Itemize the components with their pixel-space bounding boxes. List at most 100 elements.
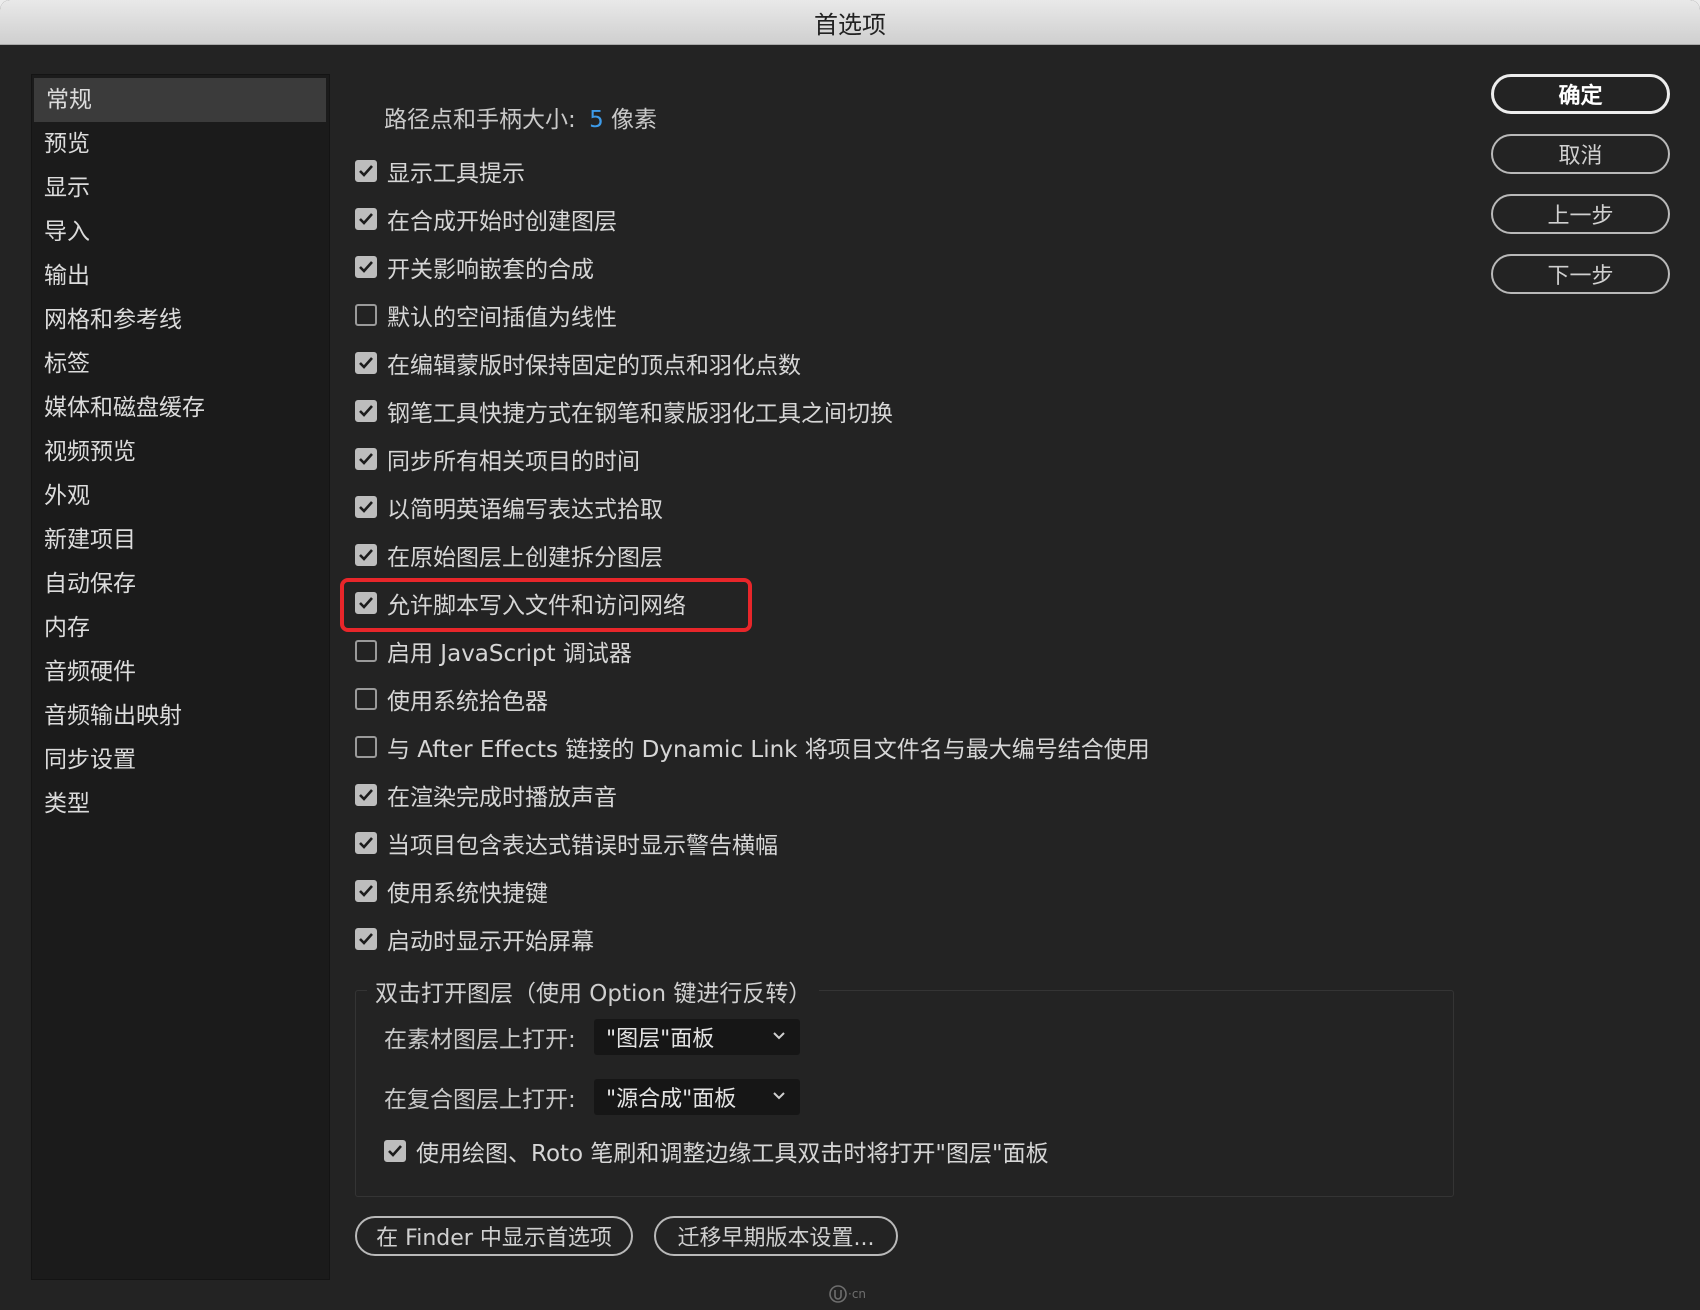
option-row[interactable]: 与 After Effects 链接的 Dynamic Link 将项目文件名与… [355, 730, 1150, 764]
checkbox-label: 启用 JavaScript 调试器 [387, 641, 632, 667]
option-row[interactable]: 默认的空间插值为线性 [355, 298, 617, 332]
comp-layer-open-label: 在复合图层上打开: [384, 1087, 576, 1113]
category-sidebar: 常规 预览 显示 导入 输出 网格和参考线 标签 媒体和磁盘缓存 视频预览 外观… [31, 74, 330, 1280]
sidebar-item-sync-settings[interactable]: 同步设置 [32, 738, 329, 782]
sidebar-item-labels[interactable]: 标签 [32, 342, 329, 386]
sidebar-item-type[interactable]: 类型 [32, 782, 329, 826]
checkmark-icon [359, 213, 373, 225]
sidebar-item-display[interactable]: 显示 [32, 166, 329, 210]
sidebar-item-new-project[interactable]: 新建项目 [32, 518, 329, 562]
checkbox-label: 以简明英语编写表达式拾取 [387, 497, 663, 523]
checkbox-label: 在合成开始时创建图层 [387, 209, 617, 235]
comp-layer-open-value: "源合成"面板 [606, 1087, 737, 1112]
checkmark-icon [359, 885, 373, 897]
checkbox[interactable] [355, 352, 377, 374]
checkbox-label: 启动时显示开始屏幕 [387, 929, 594, 955]
option-row[interactable]: 使用系统快捷键 [355, 874, 548, 908]
chevron-down-icon [773, 1032, 785, 1040]
checkbox[interactable] [355, 928, 377, 950]
sidebar-item-grids-guides[interactable]: 网格和参考线 [32, 298, 329, 342]
checkbox-label: 当项目包含表达式错误时显示警告横幅 [387, 833, 778, 859]
option-row[interactable]: 在原始图层上创建拆分图层 [355, 538, 663, 572]
checkbox-label: 使用系统拾色器 [387, 689, 548, 715]
option-row[interactable]: 使用系统拾色器 [355, 682, 548, 716]
double-click-group-title: 双击打开图层（使用 Option 键进行反转） [367, 974, 820, 1008]
checkbox[interactable] [355, 208, 377, 230]
preferences-window: 首选项 常规 预览 显示 导入 输出 网格和参考线 标签 媒体和磁盘缓存 视频预… [0, 0, 1700, 1310]
path-point-size-setting: 路径点和手柄大小: 5 像素 [384, 100, 657, 134]
watermark-text: ·cn [848, 1287, 867, 1301]
chevron-down-icon [773, 1092, 785, 1100]
sidebar-item-memory[interactable]: 内存 [32, 606, 329, 650]
option-row[interactable]: 同步所有相关项目的时间 [355, 442, 640, 476]
checkbox[interactable] [384, 1140, 406, 1162]
checkmark-icon [359, 837, 373, 849]
checkbox[interactable] [355, 448, 377, 470]
option-row[interactable]: 钢笔工具快捷方式在钢笔和蒙版羽化工具之间切换 [355, 394, 893, 428]
migrate-settings-button[interactable]: 迁移早期版本设置... [654, 1216, 898, 1256]
sidebar-item-preview[interactable]: 预览 [32, 122, 329, 166]
checkbox[interactable] [355, 304, 377, 326]
sidebar-item-audio-output-mapping[interactable]: 音频输出映射 [32, 694, 329, 738]
option-row[interactable]: 在渲染完成时播放声音 [355, 778, 617, 812]
checkbox-label: 默认的空间插值为线性 [387, 305, 617, 331]
next-button[interactable]: 下一步 [1491, 254, 1670, 294]
cancel-button[interactable]: 取消 [1491, 134, 1670, 174]
checkmark-icon [359, 165, 373, 177]
checkbox[interactable] [355, 832, 377, 854]
option-row[interactable]: 在合成开始时创建图层 [355, 202, 617, 236]
title-bar[interactable]: 首选项 [0, 0, 1700, 45]
paint-tools-double-click-option[interactable]: 使用绘图、Roto 笔刷和调整边缘工具双击时将打开"图层"面板 [384, 1134, 1049, 1168]
checkbox-label: 在渲染完成时播放声音 [387, 785, 617, 811]
option-row[interactable]: 开关影响嵌套的合成 [355, 250, 594, 284]
checkbox-label: 钢笔工具快捷方式在钢笔和蒙版羽化工具之间切换 [387, 401, 893, 427]
checkmark-icon [359, 789, 373, 801]
checkbox-label: 开关影响嵌套的合成 [387, 257, 594, 283]
checkbox[interactable] [355, 736, 377, 758]
checkbox-label: 使用绘图、Roto 笔刷和调整边缘工具双击时将打开"图层"面板 [416, 1141, 1049, 1167]
option-row[interactable]: 当项目包含表达式错误时显示警告横幅 [355, 826, 778, 860]
checkbox[interactable] [355, 400, 377, 422]
checkbox[interactable] [355, 496, 377, 518]
checkmark-icon [359, 405, 373, 417]
checkmark-icon [359, 549, 373, 561]
ok-button[interactable]: 确定 [1491, 74, 1670, 114]
path-point-size-unit: 像素 [611, 107, 658, 133]
path-point-size-value[interactable]: 5 [589, 107, 604, 133]
checkbox[interactable] [355, 256, 377, 278]
sidebar-item-audio-hardware[interactable]: 音频硬件 [32, 650, 329, 694]
sidebar-item-media-cache[interactable]: 媒体和磁盘缓存 [32, 386, 329, 430]
option-row[interactable]: 在编辑蒙版时保持固定的顶点和羽化点数 [355, 346, 801, 380]
checkbox-label: 在原始图层上创建拆分图层 [387, 545, 663, 571]
option-row[interactable]: 启用 JavaScript 调试器 [355, 634, 632, 668]
footage-layer-open-dropdown[interactable]: "图层"面板 [594, 1019, 800, 1055]
sidebar-item-general[interactable]: 常规 [34, 78, 326, 122]
checkmark-icon [359, 501, 373, 513]
sidebar-item-video-preview[interactable]: 视频预览 [32, 430, 329, 474]
option-row[interactable]: 显示工具提示 [355, 154, 525, 188]
window-title: 首选项 [814, 10, 886, 39]
checkbox[interactable] [355, 880, 377, 902]
checkbox[interactable] [355, 688, 377, 710]
option-row[interactable]: 以简明英语编写表达式拾取 [355, 490, 663, 524]
watermark: ·cn [828, 1282, 866, 1306]
previous-button[interactable]: 上一步 [1491, 194, 1670, 234]
sidebar-item-import[interactable]: 导入 [32, 210, 329, 254]
path-point-size-label: 路径点和手柄大小: [384, 107, 576, 133]
checkbox[interactable] [355, 160, 377, 182]
footage-layer-open-value: "图层"面板 [606, 1027, 715, 1052]
checkmark-icon [388, 1145, 402, 1157]
option-row[interactable]: 启动时显示开始屏幕 [355, 922, 594, 956]
checkbox[interactable] [355, 640, 377, 662]
checkmark-icon [359, 933, 373, 945]
sidebar-item-appearance[interactable]: 外观 [32, 474, 329, 518]
watermark-logo-icon [829, 1285, 847, 1303]
checkbox[interactable] [355, 784, 377, 806]
checkmark-icon [359, 261, 373, 273]
checkbox[interactable] [355, 544, 377, 566]
reveal-in-finder-button[interactable]: 在 Finder 中显示首选项 [355, 1216, 633, 1256]
checkmark-icon [359, 453, 373, 465]
comp-layer-open-dropdown[interactable]: "源合成"面板 [594, 1079, 800, 1115]
sidebar-item-output[interactable]: 输出 [32, 254, 329, 298]
sidebar-item-auto-save[interactable]: 自动保存 [32, 562, 329, 606]
